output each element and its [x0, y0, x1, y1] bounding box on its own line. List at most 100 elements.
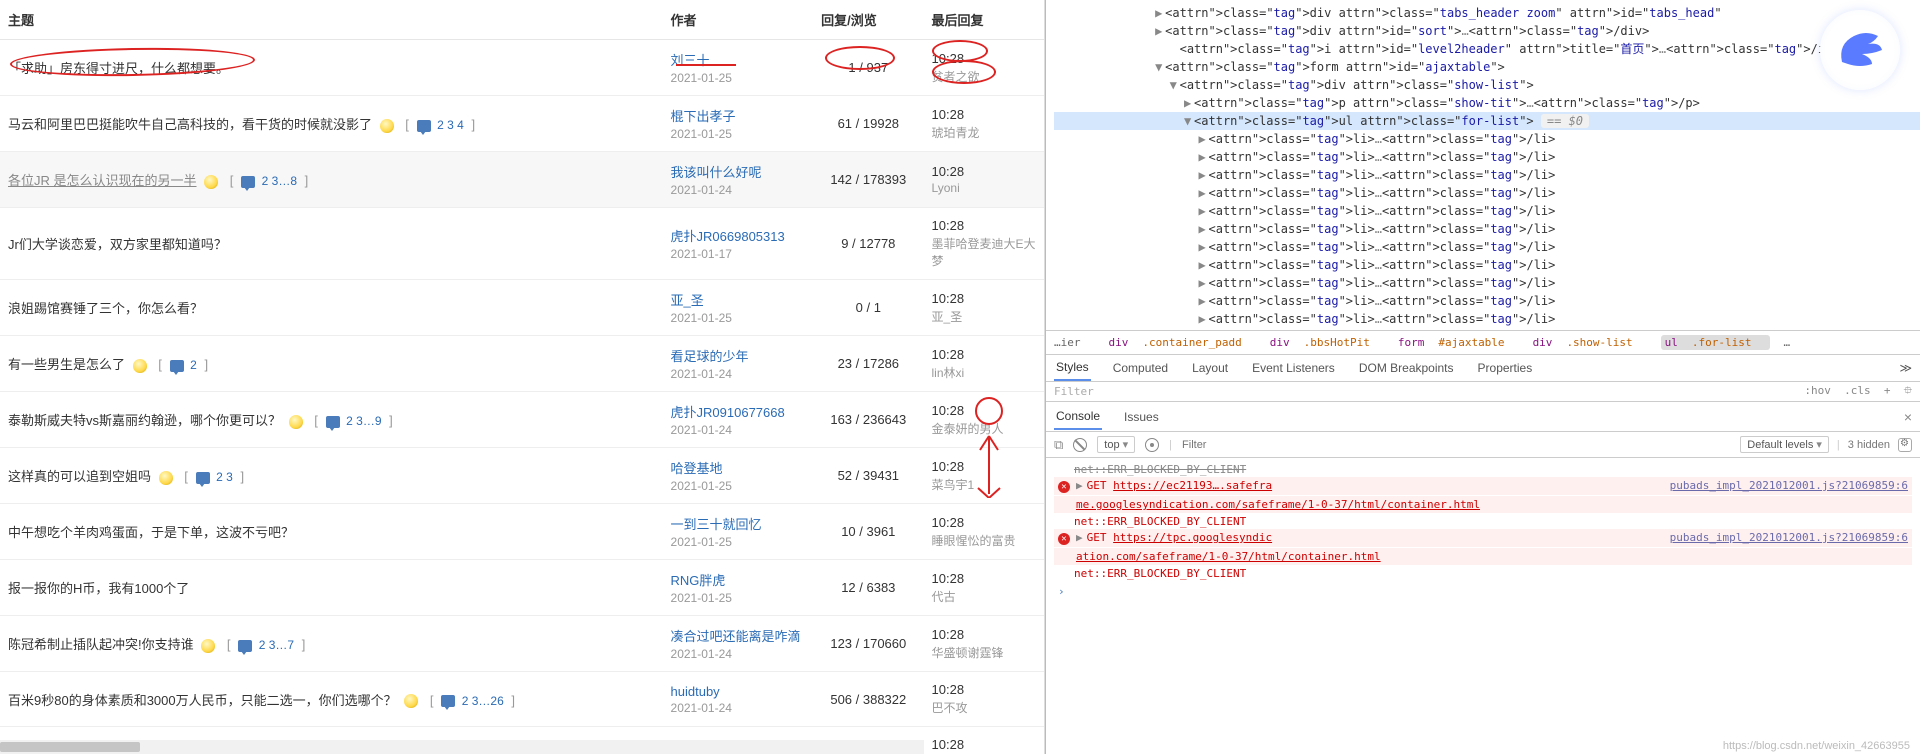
drawer-tab-issues[interactable]: Issues — [1122, 405, 1161, 429]
author-link[interactable]: 刘三十 — [671, 50, 806, 69]
last-reply-user[interactable]: 代古 — [932, 588, 1036, 605]
table-row[interactable]: 泰勒斯威夫特vs斯嘉丽约翰逊，哪个你更可以？ [ 2 3…9 ]虎扑JR0910… — [0, 392, 1044, 448]
author-link[interactable]: 虎扑JR0910677668 — [671, 402, 806, 421]
author-link[interactable]: 虎扑JR0669805313 — [671, 226, 806, 245]
breadcrumb-item[interactable]: div.container_padd — [1109, 336, 1256, 349]
dom-node[interactable]: ▶<attrn">class="tag">li>…<attrn">class="… — [1054, 130, 1920, 148]
console-prompt[interactable]: › — [1054, 581, 1912, 602]
log-levels-select[interactable]: Default levels — [1740, 436, 1829, 453]
author-link[interactable]: 棍下出孝子 — [671, 106, 806, 125]
thread-title[interactable]: Jr们大学谈恋爱，双方家里都知道吗？ — [8, 237, 227, 252]
thread-title[interactable]: 马云和阿里巴巴挺能吹牛自己高科技的，看干货的时候就没影了 — [8, 117, 372, 132]
author-link[interactable]: 看足球的少年 — [671, 346, 806, 365]
table-row[interactable]: Jr们大学谈恋爱，双方家里都知道吗？虎扑JR06698053132021-01-… — [0, 208, 1044, 280]
dom-node[interactable]: ▶<attrn">class="tag">li>…<attrn">class="… — [1054, 274, 1920, 292]
styles-tools[interactable]: :hov .cls + ⯐ — [1804, 382, 1912, 401]
page-links[interactable]: 2 — [190, 358, 197, 372]
author-link[interactable]: huidtuby — [671, 684, 806, 699]
table-row[interactable]: 陈冠希制止插队起冲突!你支持谁 [ 2 3…7 ]凑合过吧还能离是咋滴2021-… — [0, 616, 1044, 672]
tab-dom-breakpoints[interactable]: DOM Breakpoints — [1357, 356, 1456, 380]
sidebar-toggle-icon[interactable]: ⧉ — [1054, 437, 1063, 453]
breadcrumb-item[interactable]: …ier — [1054, 336, 1095, 349]
dom-node[interactable]: ▶<attrn">class="tag">li>…<attrn">class="… — [1054, 202, 1920, 220]
dom-node[interactable]: ▶<attrn">class="tag">li>…<attrn">class="… — [1054, 220, 1920, 238]
last-reply-user[interactable]: 华盛顿谢霆锋 — [932, 644, 1036, 661]
last-reply-user[interactable]: 墨菲哈登麦迪大E大梦 — [932, 235, 1036, 269]
more-icon[interactable]: ≫ — [1899, 361, 1912, 375]
dom-node[interactable]: ▶<attrn">class="tag">li>…<attrn">class="… — [1054, 292, 1920, 310]
last-reply-user[interactable]: 金泰妍的男人 — [932, 420, 1036, 437]
gear-icon[interactable] — [1898, 438, 1912, 452]
thread-title[interactable]: 泰勒斯威夫特vs斯嘉丽约翰逊，哪个你更可以？ — [8, 413, 281, 428]
console-toolbar[interactable]: ⧉ top | Default levels | 3 hidden — [1046, 432, 1920, 458]
author-link[interactable]: RNG胖虎 — [671, 570, 806, 589]
tab-styles[interactable]: Styles — [1054, 355, 1091, 381]
breadcrumb-item[interactable]: ul.for-list — [1661, 335, 1770, 350]
console-error[interactable]: ✕▶GET https://tpc.googlesyndicpubads_imp… — [1054, 529, 1912, 547]
thread-title[interactable]: 「求助」房东得寸进尺，什么都想要。 — [8, 61, 229, 76]
dom-node[interactable]: ▶<attrn">class="tag">li>…<attrn">class="… — [1054, 328, 1920, 330]
table-row[interactable]: 浪姐踢馆赛锤了三个，你怎么看？亚_圣2021-01-250 / 110:28亚_… — [0, 280, 1044, 336]
clear-console-icon[interactable] — [1073, 438, 1087, 452]
table-row[interactable]: 各位JR 是怎么认识现在的另一半 [ 2 3…8 ]我该叫什么好呢2021-01… — [0, 152, 1044, 208]
page-links[interactable]: 2 3…8 — [262, 174, 297, 188]
styles-tabs[interactable]: StylesComputedLayoutEvent ListenersDOM B… — [1046, 354, 1920, 382]
dom-node[interactable]: ▶<attrn">class="tag">li>…<attrn">class="… — [1054, 184, 1920, 202]
author-link[interactable]: 亚_圣 — [671, 290, 806, 309]
last-reply-user[interactable]: 睡眼惺忪的富贵 — [932, 532, 1036, 549]
last-reply-user[interactable]: Lyoni — [932, 181, 1036, 195]
page-links[interactable]: 2 3 4 — [437, 118, 464, 132]
live-expr-icon[interactable] — [1145, 438, 1159, 452]
table-row[interactable]: 有一些男生是怎么了 [ 2 ]看足球的少年2021-01-2423 / 1728… — [0, 336, 1044, 392]
thread-title[interactable]: 这样真的可以追到空姐吗 — [8, 469, 151, 484]
dom-node[interactable]: ▶<attrn">class="tag">li>…<attrn">class="… — [1054, 310, 1920, 328]
source-link[interactable]: pubads_impl_2021012001.js?21069859:6 — [1670, 479, 1908, 492]
table-row[interactable]: 中午想吃个羊肉鸡蛋面，于是下单，这波不亏吧？一到三十就回忆2021-01-251… — [0, 504, 1044, 560]
dom-node[interactable]: ▼<attrn">class="tag">form attrn">id="aja… — [1054, 58, 1920, 76]
filter-input[interactable] — [1182, 439, 1262, 451]
breadcrumb-item[interactable]: div.show-list — [1533, 336, 1647, 349]
last-reply-user[interactable]: 菜鸟宇1 — [932, 476, 1036, 493]
elements-tree[interactable]: ▶<attrn">class="tag">div attrn">class="t… — [1046, 0, 1920, 330]
dom-node[interactable]: ▼<attrn">class="tag">ul attrn">class="fo… — [1054, 112, 1920, 130]
author-link[interactable]: 凑合过吧还能离是咋滴 — [671, 626, 806, 645]
table-row[interactable]: 报一报你的H币，我有1000个了RNG胖虎2021-01-2512 / 6383… — [0, 560, 1044, 616]
thread-title[interactable]: 报一报你的H币，我有1000个了 — [8, 581, 189, 596]
table-row[interactable]: 这样真的可以追到空姐吗 [ 2 3 ]哈登基地2021-01-2552 / 39… — [0, 448, 1044, 504]
hidden-count[interactable]: 3 hidden — [1848, 439, 1890, 451]
tab-layout[interactable]: Layout — [1190, 356, 1230, 380]
page-links[interactable]: 2 3…7 — [259, 638, 294, 652]
breadcrumb-item[interactable]: … — [1784, 336, 1805, 349]
page-links[interactable]: 2 3…9 — [346, 414, 381, 428]
tab-properties[interactable]: Properties — [1476, 356, 1535, 380]
dom-breadcrumb[interactable]: …ier div.container_padd div.bbsHotPit form#… — [1046, 330, 1920, 354]
page-links[interactable]: 2 3…26 — [462, 694, 504, 708]
tab-event-listeners[interactable]: Event Listeners — [1250, 356, 1337, 380]
table-row[interactable]: 百米9秒80的身体素质和3000万人民币，只能二选一，你们选哪个？ [ 2 3…… — [0, 672, 1044, 727]
page-links[interactable]: 2 3 — [216, 470, 233, 484]
thread-title[interactable]: 陈冠希制止插队起冲突!你支持谁 — [8, 637, 194, 652]
thread-title[interactable]: 各位JR 是怎么认识现在的另一半 — [8, 173, 197, 188]
dom-node[interactable]: ▶<attrn">class="tag">li>…<attrn">class="… — [1054, 256, 1920, 274]
breadcrumb-item[interactable]: div.bbsHotPit — [1270, 336, 1384, 349]
drawer-tab-console[interactable]: Console — [1054, 404, 1102, 430]
author-link[interactable]: 一到三十就回忆 — [671, 514, 806, 533]
thread-title[interactable]: 百米9秒80的身体素质和3000万人民币，只能二选一，你们选哪个？ — [8, 693, 397, 708]
dom-node[interactable]: ▶<attrn">class="tag">p attrn">class="sho… — [1054, 94, 1920, 112]
breadcrumb-item[interactable]: form#ajaxtable — [1398, 336, 1519, 349]
thread-title[interactable]: 浪姐踢馆赛锤了三个，你怎么看？ — [8, 301, 203, 316]
context-select[interactable]: top — [1097, 436, 1135, 453]
last-reply-user[interactable]: 巴不攻 — [932, 699, 1036, 716]
last-reply-user[interactable]: 贫者之欲 — [932, 68, 1036, 85]
dom-node[interactable]: ▼<attrn">class="tag">div attrn">class="s… — [1054, 76, 1920, 94]
last-reply-user[interactable]: 亚_圣 — [932, 308, 1036, 325]
console-error[interactable]: ✕▶GET https://ec21193….safefrapubads_imp… — [1054, 477, 1912, 495]
source-link[interactable]: pubads_impl_2021012001.js?21069859:6 — [1670, 531, 1908, 544]
dom-node[interactable]: ▶<attrn">class="tag">div attrn">class="t… — [1054, 4, 1920, 22]
last-reply-user[interactable]: lin林xi — [932, 364, 1036, 381]
table-row[interactable]: 马云和阿里巴巴挺能吹牛自己高科技的，看干货的时候就没影了 [ 2 3 4 ]棍下… — [0, 96, 1044, 152]
close-icon[interactable]: × — [1904, 409, 1912, 425]
table-row[interactable]: 「求助」房东得寸进尺，什么都想要。刘三十2021-01-251 / 93710:… — [0, 40, 1044, 96]
dom-node[interactable]: ▶<attrn">class="tag">li>…<attrn">class="… — [1054, 238, 1920, 256]
thread-title[interactable]: 中午想吃个羊肉鸡蛋面，于是下单，这波不亏吧？ — [8, 525, 294, 540]
